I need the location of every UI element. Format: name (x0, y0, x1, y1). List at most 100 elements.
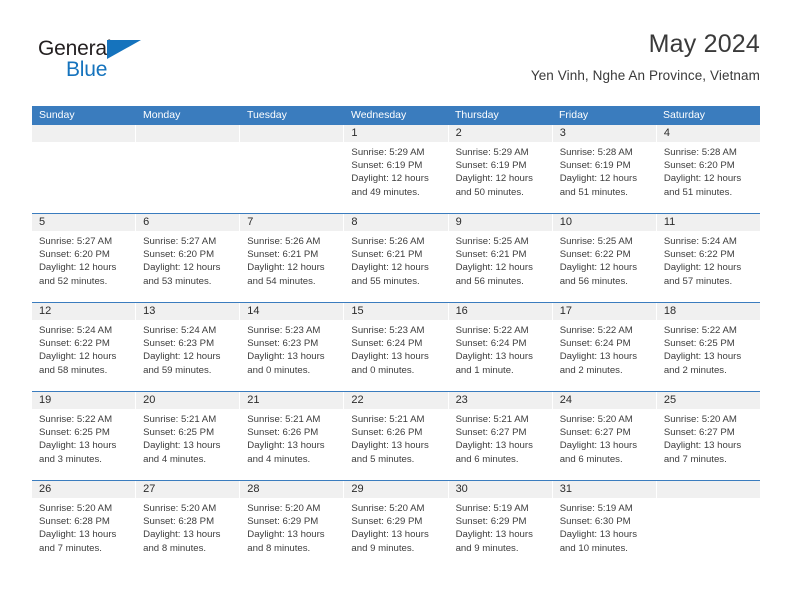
day-cell[interactable]: Sunrise: 5:26 AM Sunset: 6:21 PM Daylight:… (343, 231, 447, 302)
day-cell[interactable]: Sunrise: 5:24 AM Sunset: 6:22 PM Daylight:… (655, 231, 760, 302)
sunrise-time: Sunrise: 5:19 AM (559, 503, 633, 514)
day-cell[interactable]: Sunrise: 5:20 AM Sunset: 6:27 PM Daylight:… (551, 409, 656, 480)
day-cell-empty (135, 142, 239, 213)
daylight-duration-line2: and 58 minutes. (39, 364, 108, 376)
day-number[interactable]: 18 (655, 303, 760, 320)
day-cell[interactable]: Sunrise: 5:20 AM Sunset: 6:27 PM Daylight:… (655, 409, 760, 480)
daylight-duration-line1: Daylight: 13 hours (455, 529, 533, 541)
day-number-band: 5 6 7 8 9 10 11 (32, 214, 760, 231)
daylight-duration-line1: Daylight: 13 hours (559, 351, 638, 363)
day-cell[interactable]: Sunrise: 5:23 AM Sunset: 6:24 PM Daylight:… (343, 320, 447, 391)
daylight-duration-line1: Daylight: 12 hours (39, 351, 117, 363)
sunrise-time: Sunrise: 5:28 AM (559, 147, 633, 158)
day-cell[interactable]: Sunrise: 5:20 AM Sunset: 6:28 PM Daylight:… (32, 498, 135, 569)
daylight-duration-line2: and 4 minutes. (247, 453, 311, 465)
day-cell[interactable]: Sunrise: 5:24 AM Sunset: 6:22 PM Daylight:… (32, 320, 135, 391)
day-cell[interactable]: Sunrise: 5:21 AM Sunset: 6:27 PM Daylight:… (447, 409, 552, 480)
day-number[interactable]: 19 (32, 392, 135, 409)
day-cell[interactable]: Sunrise: 5:21 AM Sunset: 6:25 PM Daylight:… (135, 409, 239, 480)
day-number[interactable]: 12 (32, 303, 135, 320)
day-cell[interactable]: Sunrise: 5:23 AM Sunset: 6:23 PM Daylight:… (239, 320, 343, 391)
sunset-time: Sunset: 6:20 PM (143, 249, 215, 261)
day-cell[interactable]: Sunrise: 5:27 AM Sunset: 6:20 PM Daylight:… (32, 231, 135, 302)
day-number[interactable]: 28 (239, 481, 343, 498)
day-number[interactable]: 1 (343, 125, 447, 142)
day-number[interactable]: 8 (343, 214, 447, 231)
day-cell[interactable]: Sunrise: 5:22 AM Sunset: 6:25 PM Daylight:… (32, 409, 135, 480)
sunrise-time: Sunrise: 5:20 AM (39, 503, 113, 514)
sunset-time: Sunset: 6:27 PM (455, 427, 527, 439)
day-number[interactable]: 16 (447, 303, 552, 320)
daylight-duration-line1: Daylight: 13 hours (455, 440, 533, 452)
day-cell[interactable]: Sunrise: 5:20 AM Sunset: 6:29 PM Daylight:… (343, 498, 447, 569)
daylight-duration-line2: and 51 minutes. (559, 186, 628, 198)
daylight-duration-line2: and 8 minutes. (247, 542, 311, 554)
day-cell[interactable]: Sunrise: 5:19 AM Sunset: 6:30 PM Daylight:… (551, 498, 656, 569)
day-number[interactable]: 25 (655, 392, 760, 409)
day-number[interactable]: 7 (239, 214, 343, 231)
sunrise-time: Sunrise: 5:23 AM (247, 325, 321, 336)
day-number[interactable]: 27 (135, 481, 239, 498)
day-cell[interactable]: Sunrise: 5:20 AM Sunset: 6:28 PM Daylight:… (135, 498, 239, 569)
day-cell[interactable]: Sunrise: 5:25 AM Sunset: 6:21 PM Daylight:… (447, 231, 552, 302)
day-number[interactable]: 4 (655, 125, 760, 142)
day-cell[interactable]: Sunrise: 5:29 AM Sunset: 6:19 PM Daylight:… (343, 142, 447, 213)
sunrise-time: Sunrise: 5:20 AM (351, 503, 425, 514)
day-cell[interactable]: Sunrise: 5:28 AM Sunset: 6:19 PM Daylight:… (551, 142, 656, 213)
sunrise-time: Sunrise: 5:27 AM (39, 236, 113, 247)
day-number[interactable]: 13 (135, 303, 239, 320)
day-cell[interactable]: Sunrise: 5:22 AM Sunset: 6:24 PM Daylight:… (447, 320, 552, 391)
day-number[interactable]: 6 (135, 214, 239, 231)
sunset-time: Sunset: 6:21 PM (351, 249, 423, 261)
daylight-duration-line2: and 3 minutes. (39, 453, 102, 465)
daylight-duration-line1: Daylight: 12 hours (351, 173, 429, 185)
day-number[interactable]: 21 (239, 392, 343, 409)
day-number[interactable]: 17 (551, 303, 656, 320)
day-cell[interactable]: Sunrise: 5:25 AM Sunset: 6:22 PM Daylight:… (551, 231, 656, 302)
sunset-time: Sunset: 6:25 PM (663, 338, 735, 350)
day-number[interactable]: 26 (32, 481, 135, 498)
day-number[interactable]: 31 (551, 481, 656, 498)
day-number[interactable]: 10 (551, 214, 656, 231)
day-number[interactable]: 30 (447, 481, 552, 498)
day-number[interactable]: 3 (551, 125, 656, 142)
day-cell[interactable]: Sunrise: 5:21 AM Sunset: 6:26 PM Daylight:… (239, 409, 343, 480)
day-number[interactable]: 22 (343, 392, 447, 409)
daylight-duration-line2: and 59 minutes. (143, 364, 212, 376)
title-block: May 2024 Yen Vinh, Nghe An Province, Vie… (531, 30, 760, 83)
day-cell[interactable]: Sunrise: 5:29 AM Sunset: 6:19 PM Daylight:… (447, 142, 552, 213)
sunrise-time: Sunrise: 5:21 AM (143, 414, 217, 425)
general-blue-logo[interactable]: General Blue (38, 38, 168, 90)
day-number[interactable]: 24 (551, 392, 656, 409)
day-cell[interactable]: Sunrise: 5:22 AM Sunset: 6:25 PM Daylight:… (655, 320, 760, 391)
sunset-time: Sunset: 6:28 PM (143, 516, 215, 528)
day-number-empty (32, 125, 135, 142)
day-number[interactable]: 9 (447, 214, 552, 231)
daylight-duration-line2: and 50 minutes. (455, 186, 524, 198)
sunset-time: Sunset: 6:20 PM (663, 160, 735, 172)
day-cell[interactable]: Sunrise: 5:22 AM Sunset: 6:24 PM Daylight:… (551, 320, 656, 391)
day-cell[interactable]: Sunrise: 5:26 AM Sunset: 6:21 PM Daylight:… (239, 231, 343, 302)
day-cell[interactable]: Sunrise: 5:19 AM Sunset: 6:29 PM Daylight:… (447, 498, 552, 569)
day-cell[interactable]: Sunrise: 5:27 AM Sunset: 6:20 PM Daylight:… (135, 231, 239, 302)
day-number[interactable]: 2 (447, 125, 552, 142)
sunrise-time: Sunrise: 5:22 AM (455, 325, 529, 336)
sunrise-time: Sunrise: 5:21 AM (455, 414, 529, 425)
calendar-week-row: 19 20 21 22 23 24 25 Sunrise: 5:22 AM Sunset: 6:… (32, 391, 760, 480)
day-cell[interactable]: Sunrise: 5:24 AM Sunset: 6:23 PM Daylight:… (135, 320, 239, 391)
daylight-duration-line2: and 56 minutes. (455, 275, 524, 287)
day-number[interactable]: 15 (343, 303, 447, 320)
day-cell[interactable]: Sunrise: 5:28 AM Sunset: 6:20 PM Daylight:… (655, 142, 760, 213)
day-number[interactable]: 14 (239, 303, 343, 320)
daylight-duration-line1: Daylight: 13 hours (143, 440, 221, 452)
day-number[interactable]: 11 (655, 214, 760, 231)
day-number[interactable]: 20 (135, 392, 239, 409)
day-cell[interactable]: Sunrise: 5:21 AM Sunset: 6:26 PM Daylight:… (343, 409, 447, 480)
daylight-duration-line1: Daylight: 12 hours (143, 262, 221, 274)
calendar-week-row: 12 13 14 15 16 17 18 Sunrise: 5:24 AM Sunset: 6:… (32, 302, 760, 391)
day-cell[interactable]: Sunrise: 5:20 AM Sunset: 6:29 PM Daylight:… (239, 498, 343, 569)
day-number[interactable]: 23 (447, 392, 552, 409)
day-number[interactable]: 5 (32, 214, 135, 231)
daylight-duration-line2: and 55 minutes. (351, 275, 420, 287)
day-number[interactable]: 29 (343, 481, 447, 498)
